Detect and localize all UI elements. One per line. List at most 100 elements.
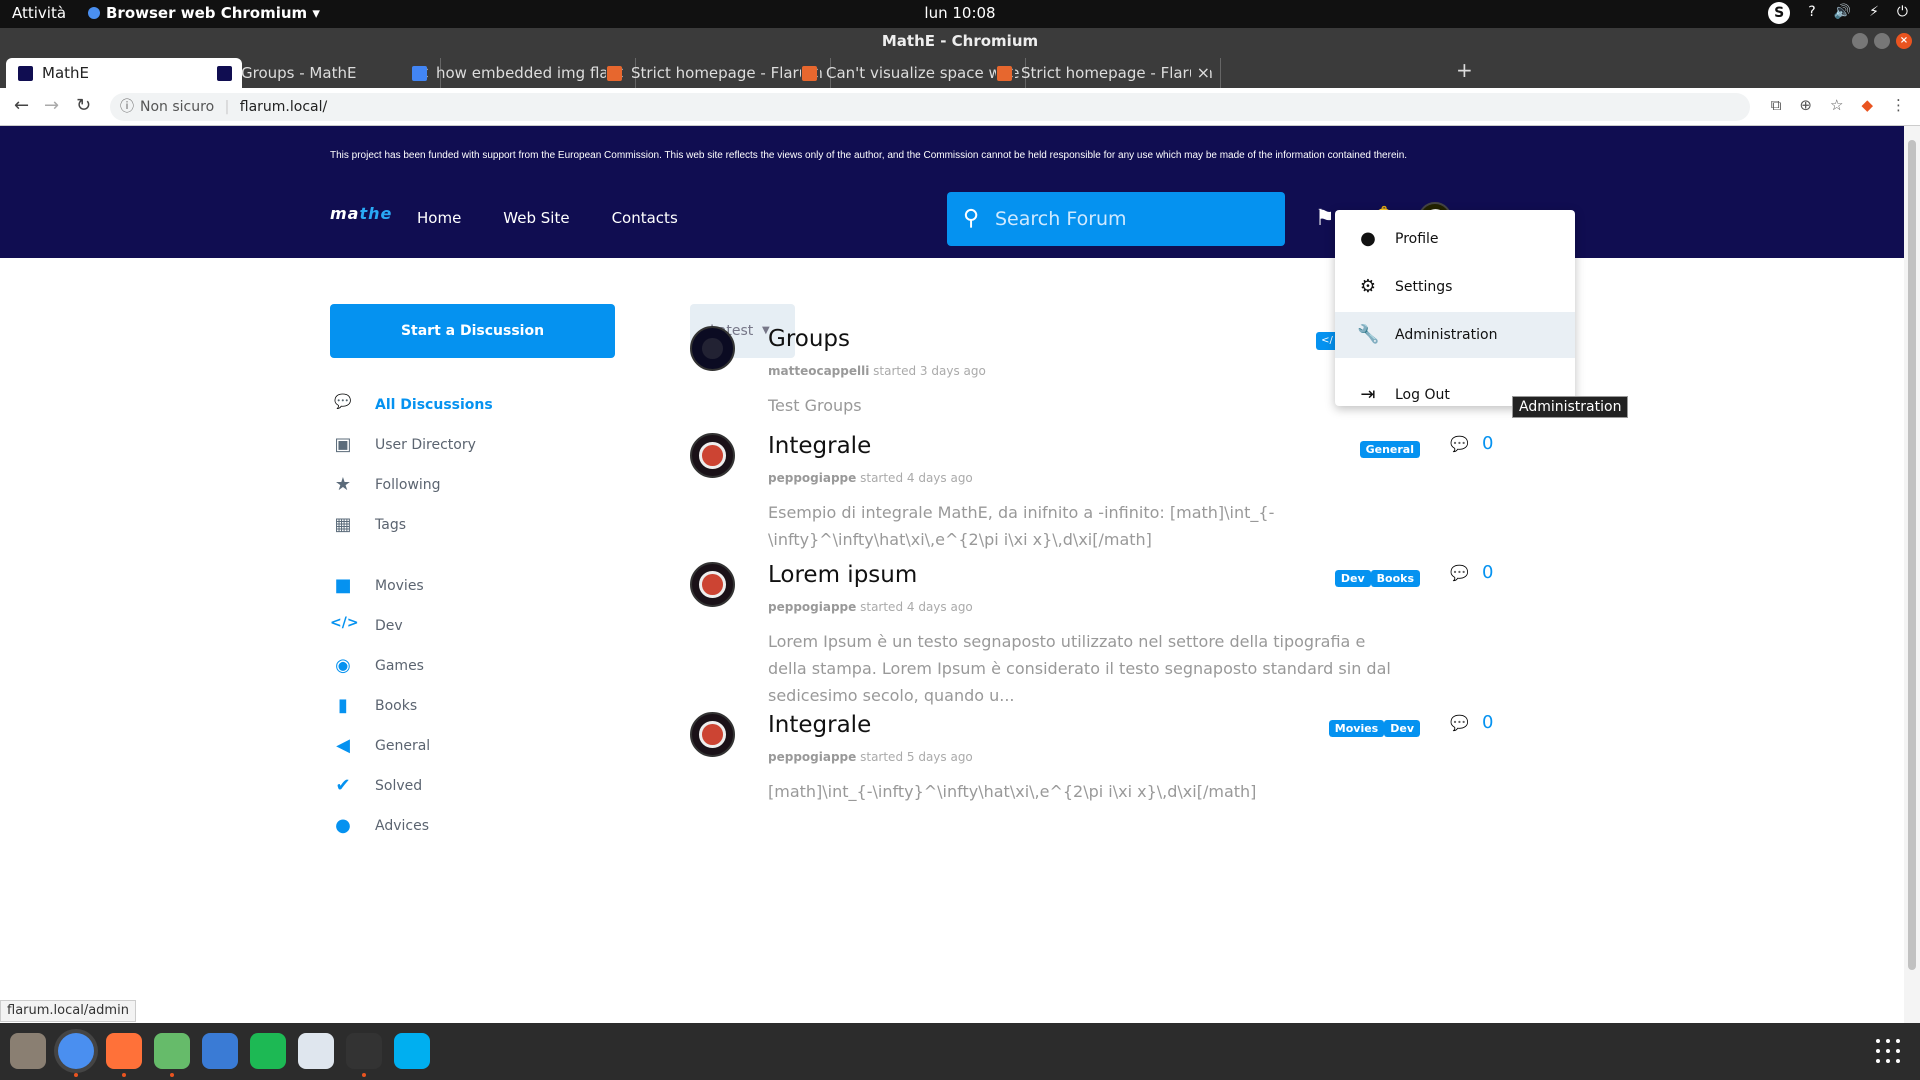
clock[interactable]: lun 10:08: [0, 4, 1920, 22]
reply-count[interactable]: 💬 0: [1450, 433, 1510, 454]
ubuntu-dock: [0, 1023, 1920, 1080]
sidebar-item-tags[interactable]: ▦ Tags: [330, 514, 630, 538]
bookmark-star-icon[interactable]: ☆: [1830, 96, 1843, 114]
menu-item-label: Log Out: [1395, 387, 1450, 403]
search-placeholder: Search Forum: [995, 208, 1127, 230]
author-name[interactable]: peppogiappe: [768, 600, 856, 614]
volume-icon[interactable]: 🔊: [1834, 4, 1851, 24]
discussion-title[interactable]: Groups: [768, 326, 850, 352]
minimize-button[interactable]: [1852, 33, 1868, 49]
skype-icon[interactable]: [394, 1033, 430, 1069]
discussion-title[interactable]: Integrale: [768, 712, 871, 738]
author-avatar[interactable]: [690, 712, 735, 757]
files-icon[interactable]: [10, 1033, 46, 1069]
author-avatar[interactable]: [690, 562, 735, 607]
sidebar-item-books[interactable]: ▮ Books: [330, 695, 630, 719]
tag-badge[interactable]: General: [1359, 441, 1420, 458]
discussion-title[interactable]: Integrale: [768, 433, 871, 459]
discussion-meta: peppogiappe started 4 days ago: [768, 471, 973, 485]
skype-icon[interactable]: S: [1768, 2, 1791, 24]
tab-favicon-icon: [607, 66, 622, 81]
scrollbar-thumb[interactable]: [1908, 140, 1916, 970]
info-icon[interactable]: ⓘ: [120, 93, 134, 121]
sidebar-item-all-discussions[interactable]: 💬 All Discussions: [330, 394, 630, 418]
author-name[interactable]: peppogiappe: [768, 750, 856, 764]
show-applications-icon[interactable]: [1876, 1039, 1900, 1063]
chromium-icon[interactable]: [58, 1033, 94, 1077]
spotify-icon[interactable]: [250, 1033, 286, 1069]
text-editor-icon[interactable]: [298, 1033, 334, 1069]
funding-notice: This project has been funded with suppor…: [330, 150, 1408, 161]
comments-icon: 💬: [334, 394, 352, 410]
toolbar: ← → ↻ ⓘ Non sicuro | flarum.local/ ⧉ ⊕ ☆…: [0, 88, 1920, 126]
tab-6[interactable]: Strict homepage - Flarum ×: [985, 58, 1221, 88]
sidebar-item-user-directory[interactable]: ▣ User Directory: [330, 434, 630, 458]
author-avatar[interactable]: [690, 326, 735, 371]
tag-badge[interactable]: Movies: [1328, 720, 1385, 737]
extension-icon[interactable]: ◆: [1861, 96, 1873, 114]
tag-badge[interactable]: Dev: [1384, 720, 1420, 737]
toolbar-actions: ⧉ ⊕ ☆ ◆ ⋮: [1771, 96, 1906, 114]
sidebar-item-games[interactable]: ◉ Games: [330, 655, 630, 679]
tag-badge[interactable]: Dev: [1334, 570, 1371, 587]
reply-count[interactable]: 💬 0: [1450, 562, 1510, 583]
nav-contacts[interactable]: Contacts: [612, 209, 678, 227]
start-discussion-button[interactable]: Start a Discussion: [330, 304, 615, 358]
sidebar-item-following[interactable]: ★ Following: [330, 474, 630, 498]
zoom-icon[interactable]: ⊕: [1799, 96, 1812, 114]
tag-badge[interactable]: Books: [1370, 570, 1420, 587]
nav-home[interactable]: Home: [417, 209, 461, 227]
sidebar-item-advices[interactable]: ● Advices: [330, 815, 630, 839]
atom-icon[interactable]: [154, 1033, 190, 1077]
tag-group: Movies Dev: [1328, 720, 1420, 737]
user-icon: ●: [1360, 228, 1376, 249]
sidebar-item-solved[interactable]: ✔ Solved: [330, 775, 630, 799]
sidebar-item-dev[interactable]: </> Dev: [330, 615, 630, 639]
menu-kebab-icon[interactable]: ⋮: [1891, 96, 1906, 114]
thunderbird-icon[interactable]: [202, 1033, 238, 1069]
nav-website[interactable]: Web Site: [503, 209, 569, 227]
translate-icon[interactable]: ⧉: [1771, 96, 1782, 114]
search-input[interactable]: ⚲ Search Forum: [947, 192, 1285, 246]
menu-item-administration[interactable]: 🔧 Administration: [1335, 312, 1575, 358]
new-tab-button[interactable]: +: [1456, 58, 1473, 82]
forward-button[interactable]: →: [44, 95, 59, 116]
menu-item-settings[interactable]: ⚙ Settings: [1335, 264, 1575, 310]
discussion-time: started 4 days ago: [860, 600, 973, 614]
back-button[interactable]: ←: [14, 95, 29, 116]
tag-group: Dev Books: [1334, 570, 1420, 587]
maximize-button[interactable]: [1874, 33, 1890, 49]
window-titlebar: MathE - Chromium ×: [0, 28, 1920, 54]
page-scrollbar[interactable]: [1904, 126, 1920, 1023]
flag-icon[interactable]: ⚑: [1315, 206, 1335, 231]
help-icon[interactable]: ?: [1808, 4, 1815, 24]
battery-icon[interactable]: ⚡: [1869, 4, 1879, 24]
tab-close-icon[interactable]: ×: [1190, 58, 1210, 88]
close-window-button[interactable]: ×: [1896, 33, 1912, 49]
author-avatar[interactable]: [690, 433, 735, 478]
wrench-icon: 🔧: [1357, 324, 1380, 345]
sidebar-item-label: All Discussions: [375, 397, 493, 413]
author-name[interactable]: peppogiappe: [768, 471, 856, 485]
reload-button[interactable]: ↻: [76, 95, 91, 116]
video-icon: ■: [334, 575, 352, 596]
menu-item-profile[interactable]: ● Profile: [1335, 216, 1575, 262]
sidebar-item-movies[interactable]: ■ Movies: [330, 575, 630, 599]
running-indicator: [170, 1073, 174, 1077]
sign-out-icon: ⇥: [1360, 384, 1376, 405]
system-top-bar: Attività Browser web Chromium ▾ lun 10:0…: [0, 0, 1920, 28]
terminal-icon[interactable]: [346, 1033, 382, 1077]
address-bar[interactable]: ⓘ Non sicuro | flarum.local/: [110, 93, 1750, 121]
system-tray[interactable]: S ? 🔊 ⚡ ⏻: [1768, 2, 1908, 24]
author-name[interactable]: matteocappelli: [768, 364, 869, 378]
discussion-time: started 5 days ago: [860, 750, 973, 764]
discussion-title[interactable]: Lorem ipsum: [768, 562, 917, 588]
site-logo[interactable]: mathe: [330, 204, 392, 223]
power-icon[interactable]: ⏻: [1897, 4, 1908, 24]
book-icon: ▮: [338, 695, 348, 716]
sidebar-item-general[interactable]: ◀ General: [330, 735, 630, 759]
firefox-icon[interactable]: [106, 1033, 142, 1077]
sidebar-item-label: Books: [375, 698, 418, 714]
reply-count-value: 0: [1482, 712, 1494, 733]
reply-count[interactable]: 💬 0: [1450, 712, 1510, 733]
